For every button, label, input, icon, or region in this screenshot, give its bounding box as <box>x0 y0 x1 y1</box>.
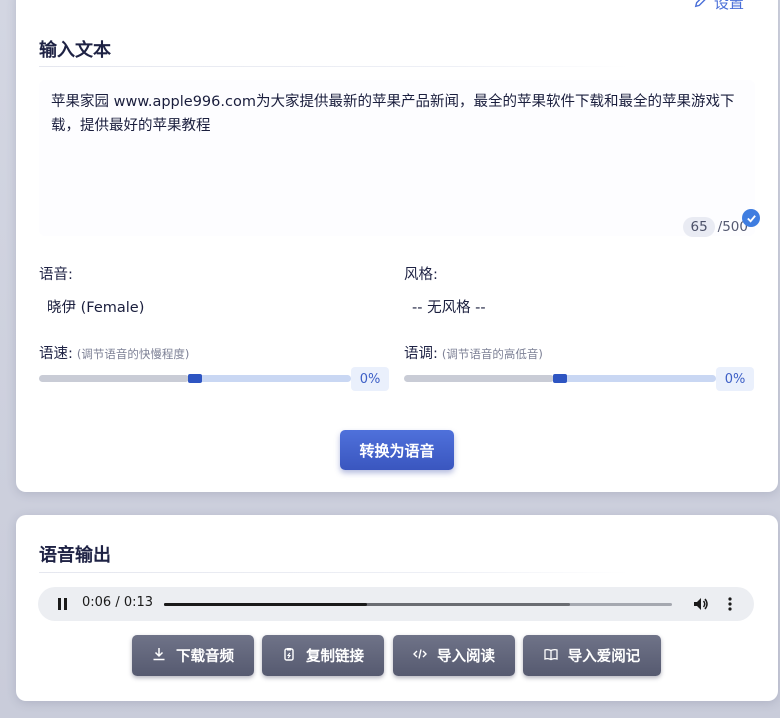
code-icon <box>413 647 427 665</box>
download-audio-button[interactable]: 下载音频 <box>132 635 254 676</box>
output-card: 语音输出 0:06 / 0:13 下载音频 复制链接 导入阅读 导入爱阅记 <box>16 515 778 701</box>
more-vert-icon[interactable] <box>728 596 732 612</box>
char-count: 65 <box>683 217 715 237</box>
copy-link-label: 复制链接 <box>306 649 364 665</box>
time-separator: / <box>115 595 120 610</box>
voice-select[interactable]: 晓伊 (Female) <box>39 289 369 323</box>
settings-link[interactable]: 设置 <box>694 0 744 13</box>
rate-slider-thumb[interactable] <box>188 374 202 383</box>
current-time: 0:06 <box>82 595 112 610</box>
volume-icon[interactable] <box>693 596 709 612</box>
audio-progress-bar[interactable] <box>164 603 672 606</box>
input-card: 设置 输入文本 苹果家园 www.apple996.com为大家提供最新的苹果产… <box>16 0 778 492</box>
voice-label: 语音: <box>39 267 73 283</box>
pitch-label-row: 语调: (调节语音的高低音) <box>404 342 543 363</box>
char-counter: 65 /500 <box>683 209 760 237</box>
check-icon <box>742 209 760 227</box>
book-icon <box>544 647 558 665</box>
rate-hint: (调节语音的快慢程度) <box>76 347 190 361</box>
rate-value: 0% <box>351 367 389 391</box>
pitch-label: 语调: <box>404 346 438 362</box>
pitch-slider-thumb[interactable] <box>553 374 567 383</box>
duration: 0:13 <box>123 595 154 610</box>
audio-played <box>164 603 368 606</box>
download-label: 下载音频 <box>176 649 234 665</box>
input-divider <box>39 66 629 67</box>
copy-link-button[interactable]: 复制链接 <box>262 635 384 676</box>
rate-slider-track-right <box>189 375 351 382</box>
settings-label: 设置 <box>713 0 744 12</box>
import-read-button[interactable]: 导入阅读 <box>393 635 515 676</box>
style-select[interactable]: -- 无风格 -- <box>404 289 754 323</box>
style-label: 风格: <box>404 267 438 283</box>
pitch-value: 0% <box>716 367 754 391</box>
pitch-hint: (调节语音的高低音) <box>441 347 543 361</box>
import-read-label: 导入阅读 <box>437 649 495 665</box>
pause-icon[interactable] <box>57 598 69 610</box>
copy-icon <box>282 647 296 665</box>
audio-time: 0:06 / 0:13 <box>82 595 153 610</box>
pitch-slider[interactable]: 0% <box>404 367 756 391</box>
input-section-title: 输入文本 <box>39 40 111 61</box>
output-section-title: 语音输出 <box>39 545 111 566</box>
import-aiyueji-button[interactable]: 导入爱阅记 <box>523 635 661 676</box>
text-input[interactable]: 苹果家园 www.apple996.com为大家提供最新的苹果产品新闻，最全的苹… <box>39 80 755 236</box>
rate-slider-track-left <box>39 375 189 382</box>
convert-button[interactable]: 转换为语音 <box>340 430 454 470</box>
rate-label: 语速: <box>39 346 73 362</box>
rate-slider[interactable]: 0% <box>39 367 391 391</box>
pitch-slider-track-left <box>404 375 554 382</box>
pencil-icon <box>694 0 708 12</box>
output-divider <box>39 572 629 573</box>
audio-player: 0:06 / 0:13 <box>38 587 754 621</box>
rate-label-row: 语速: (调节语音的快慢程度) <box>39 342 189 363</box>
download-icon <box>152 647 166 665</box>
pitch-slider-track-right <box>554 375 716 382</box>
import-aiyueji-label: 导入爱阅记 <box>567 649 641 665</box>
